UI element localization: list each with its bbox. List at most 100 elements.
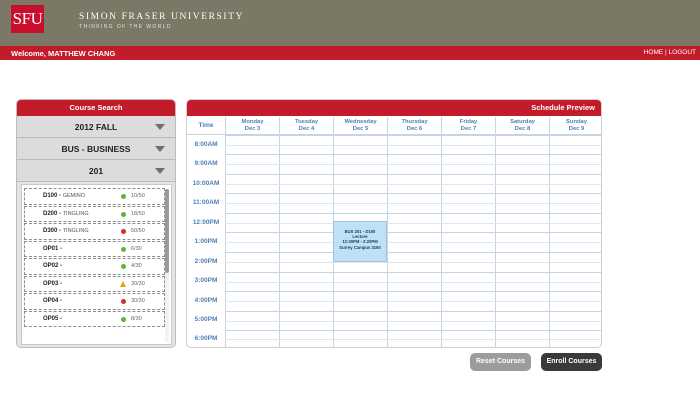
hour-line bbox=[225, 193, 601, 194]
scheduled-course-block[interactable]: BUS 201 - D100 Lecture 12:30PM - 2:20PM … bbox=[333, 221, 387, 262]
hour-line bbox=[225, 213, 601, 214]
enrollment-count: 30/30 bbox=[131, 298, 145, 304]
chevron-down-icon bbox=[155, 168, 165, 174]
list-item[interactable]: OP01 - 6/30 bbox=[24, 240, 165, 257]
enrollment-count: 6/30 bbox=[131, 245, 142, 252]
hour-line bbox=[225, 232, 601, 233]
time-label: 10:00AM bbox=[192, 180, 220, 187]
warning-status-icon bbox=[120, 280, 126, 287]
day-header-sunday: Sunday Dec 9 bbox=[549, 117, 601, 135]
welcome-message: Welcome, MATTHEW CHANG bbox=[11, 49, 116, 58]
university-tagline: THINKING OF THE WORLD bbox=[79, 24, 172, 30]
enrollment-count: 30/30 bbox=[131, 280, 145, 287]
half-hour-line bbox=[225, 301, 601, 302]
enrollment-count: 4/30 bbox=[131, 263, 142, 269]
hour-line bbox=[225, 272, 601, 273]
hour-line bbox=[225, 311, 601, 312]
section-code: OP04 - bbox=[43, 298, 63, 304]
open-status-icon bbox=[121, 264, 126, 269]
list-item[interactable]: OP02 - 4/30 bbox=[24, 258, 165, 275]
logout-link[interactable]: LOGOUT bbox=[669, 49, 696, 56]
section-code: OP02 - bbox=[43, 263, 63, 269]
department-select[interactable]: BUS - BUSINESS bbox=[17, 138, 175, 160]
time-label: 11:00AM bbox=[192, 199, 220, 206]
university-name: SIMON FRASER UNIVERSITY bbox=[79, 12, 245, 22]
term-value: 2012 FALL bbox=[74, 122, 118, 132]
reset-courses-button[interactable]: Reset Courses bbox=[470, 353, 531, 371]
time-label: 1:00PM bbox=[194, 238, 218, 245]
scrollbar-thumb[interactable] bbox=[165, 189, 169, 273]
list-item[interactable]: OP04 - 30/30 bbox=[24, 293, 165, 310]
half-hour-line bbox=[225, 203, 601, 204]
list-item[interactable]: OP05 - 8/30 bbox=[24, 310, 165, 327]
hour-line bbox=[225, 291, 601, 292]
course-number-value: 201 bbox=[88, 166, 104, 176]
schedule-preview-panel: Schedule Preview Time Monday Dec 3 Tuesda… bbox=[186, 99, 602, 348]
full-status-icon bbox=[121, 299, 126, 304]
open-status-icon bbox=[121, 211, 126, 217]
home-link[interactable]: HOME bbox=[644, 49, 664, 56]
term-select[interactable]: 2012 FALL bbox=[17, 116, 175, 138]
list-item[interactable]: D300 - TINGLING 50/50 bbox=[24, 223, 165, 240]
half-hour-line bbox=[225, 164, 601, 165]
enroll-courses-button[interactable]: Enroll Courses bbox=[541, 353, 602, 371]
section-code: OP05 - bbox=[43, 315, 63, 322]
course-search-title: Course Search bbox=[17, 100, 175, 116]
list-item[interactable]: D100 - GEMINO 10/50 bbox=[24, 188, 165, 205]
course-search-panel: Course Search 2012 FALL BUS - BUSINESS 2… bbox=[16, 99, 176, 348]
section-code: D300 - TINGLING bbox=[43, 228, 89, 234]
section-code: D200 - TINGLING bbox=[43, 210, 89, 217]
time-label: 8:00AM bbox=[194, 141, 218, 148]
enrollment-count: 50/50 bbox=[131, 228, 145, 234]
hour-line bbox=[225, 252, 601, 253]
day-header-monday: Monday Dec 3 bbox=[225, 117, 279, 135]
welcome-bar: Welcome, MATTHEW CHANG HOME | LOGOUT bbox=[0, 46, 700, 60]
section-list-scrollbar[interactable] bbox=[165, 189, 169, 342]
open-status-icon bbox=[121, 246, 126, 252]
time-label: 3:00PM bbox=[194, 277, 218, 284]
day-header-friday: Friday Dec 7 bbox=[441, 117, 495, 135]
section-code: D100 - GEMINO bbox=[43, 193, 85, 199]
day-header-tuesday: Tuesday Dec 4 bbox=[279, 117, 333, 135]
sfu-logo[interactable]: SFU bbox=[11, 5, 44, 33]
nav-separator: | bbox=[665, 49, 667, 56]
department-value: BUS - BUSINESS bbox=[61, 144, 131, 154]
hour-line bbox=[225, 154, 601, 155]
half-hour-line bbox=[225, 339, 601, 340]
time-label: 5:00PM bbox=[194, 316, 218, 323]
time-column-header: Time bbox=[198, 122, 214, 129]
section-list: D100 - GEMINO 10/50 D200 - TINGLING 18/5… bbox=[21, 184, 172, 345]
hour-line bbox=[225, 135, 601, 136]
open-status-icon bbox=[121, 316, 126, 322]
top-nav: HOME | LOGOUT bbox=[644, 49, 696, 56]
time-label: 12:00PM bbox=[192, 219, 220, 226]
section-code: OP01 - bbox=[43, 245, 63, 252]
half-hour-line bbox=[225, 145, 601, 146]
chevron-down-icon bbox=[155, 146, 165, 152]
enrollment-count: 10/50 bbox=[131, 193, 145, 199]
half-hour-line bbox=[225, 242, 601, 243]
hour-line bbox=[225, 174, 601, 175]
day-header-thursday: Thursday Dec 6 bbox=[387, 117, 441, 135]
enrollment-count: 8/30 bbox=[131, 315, 142, 322]
day-header-wednesday: Wednesday Dec 5 bbox=[333, 117, 387, 135]
time-label: 2:00PM bbox=[194, 258, 218, 265]
time-label: 9:00AM bbox=[194, 160, 218, 167]
full-status-icon bbox=[121, 229, 126, 234]
half-hour-line bbox=[225, 321, 601, 322]
half-hour-line bbox=[225, 184, 601, 185]
day-header-saturday: Saturday Dec 8 bbox=[495, 117, 549, 135]
time-label: 6:00PM bbox=[194, 335, 218, 342]
schedule-preview-title: Schedule Preview bbox=[187, 100, 601, 116]
event-location: Surrey Campus 3150 bbox=[339, 244, 381, 250]
schedule-header-row: Time Monday Dec 3 Tuesday Dec 4 Wednesday D… bbox=[187, 117, 601, 135]
half-hour-line bbox=[225, 262, 601, 263]
section-code: OP03 - bbox=[43, 280, 63, 287]
list-item[interactable]: OP03 - 30/30 bbox=[24, 275, 165, 292]
half-hour-line bbox=[225, 282, 601, 283]
half-hour-line bbox=[225, 223, 601, 224]
open-status-icon bbox=[121, 194, 126, 199]
hour-line bbox=[225, 330, 601, 331]
list-item[interactable]: D200 - TINGLING 18/50 bbox=[24, 205, 165, 222]
course-number-select[interactable]: 201 bbox=[17, 160, 175, 182]
